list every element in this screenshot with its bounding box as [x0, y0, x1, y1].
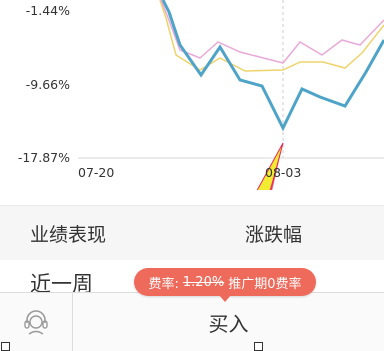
y-axis-label-middle: -9.66%	[25, 77, 70, 92]
series-main-line	[161, 0, 384, 132]
chart-area: -1.44% -9.66% -17.87% 07-20 08-03	[0, 0, 384, 190]
customer-service-button[interactable]	[0, 293, 73, 351]
promo-old-rate: 1.20%	[182, 274, 225, 290]
performance-header-row: 业绩表现 涨跌幅	[0, 205, 384, 261]
customer-service-icon	[24, 310, 48, 335]
bottom-action-bar: 买入	[0, 292, 384, 351]
promo-fee-suffix: 推广期0费率	[228, 276, 302, 292]
fee-promo-badge: 费率: 1.20% 推广期0费率	[134, 268, 316, 296]
change-column-header: 涨跌幅	[245, 224, 303, 246]
y-axis-label-bottom: -17.87%	[17, 150, 70, 165]
performance-title: 业绩表现	[30, 224, 107, 246]
series-pink-line	[160, 0, 384, 64]
x-axis-label-mid: 08-03	[265, 165, 302, 180]
x-axis-label-start: 07-20	[78, 165, 115, 180]
y-axis-label-top: -1.44%	[25, 3, 70, 18]
promo-fee-prefix: 费率:	[148, 276, 179, 292]
promo-badge-tail	[219, 295, 231, 302]
